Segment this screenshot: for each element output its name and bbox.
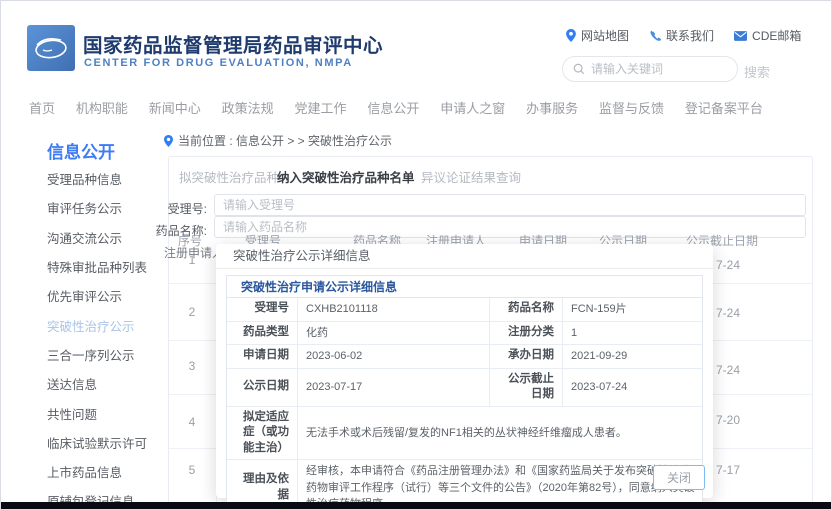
site-subtitle: CENTER FOR DRUG EVALUATION, NMPA bbox=[84, 57, 353, 69]
field-value: 2023-07-17 bbox=[297, 369, 489, 406]
footer-top-edge bbox=[1, 502, 831, 509]
search-button[interactable]: 搜索 bbox=[744, 62, 770, 81]
close-button[interactable]: 关闭 bbox=[653, 465, 705, 490]
search-icon bbox=[573, 63, 585, 75]
sitemap-link[interactable]: 网站地图 bbox=[566, 27, 629, 44]
detail-table: 突破性治疗申请公示详细信息 受理号 CXHB2101118 药品名称 FCN-1… bbox=[226, 275, 703, 510]
sidebar-item-marketed-drugs[interactable]: 上市药品信息 bbox=[47, 462, 122, 481]
breadcrumb-text: 当前位置 : 信息公开 > > 突破性治疗公示 bbox=[178, 132, 392, 149]
row-end-date-fragment: 7-17 bbox=[716, 463, 740, 477]
table-row[interactable]: 5 bbox=[168, 463, 216, 477]
field-label: 药品类型 bbox=[227, 322, 297, 345]
table-row[interactable]: 3 bbox=[168, 359, 216, 373]
sidebar-item-priority-review[interactable]: 优先审评公示 bbox=[47, 286, 122, 305]
field-label: 药品名称 bbox=[489, 298, 562, 321]
field-value: 2023-06-02 bbox=[297, 345, 489, 368]
contact-link[interactable]: 联系我们 bbox=[649, 27, 714, 44]
field-value: CXHB2101118 bbox=[297, 298, 489, 321]
nav-item-policy[interactable]: 政策法规 bbox=[222, 98, 274, 117]
site-search bbox=[562, 56, 738, 82]
site-title: 国家药品监督管理局药品审评中心 bbox=[83, 29, 383, 58]
tab-proposed-breakthrough[interactable]: 拟突破性治疗品种 bbox=[179, 167, 279, 186]
table-row[interactable]: 4 bbox=[168, 415, 216, 429]
mail-icon bbox=[734, 31, 747, 41]
field-label: 注册分类 bbox=[489, 322, 562, 345]
table-row[interactable]: 1 bbox=[168, 253, 216, 267]
row-end-date-fragment: 7-24 bbox=[716, 258, 740, 272]
field-value: FCN-159片 bbox=[562, 298, 704, 321]
sidebar-item-special-approval[interactable]: 特殊审批品种列表 bbox=[47, 257, 147, 276]
field-value: 2023-07-24 bbox=[562, 369, 704, 406]
field-value: 2021-09-29 bbox=[562, 345, 704, 368]
detail-row: 受理号 CXHB2101118 药品名称 FCN-159片 bbox=[227, 298, 702, 322]
acceptance-no-input[interactable] bbox=[214, 194, 806, 216]
location-pin-icon bbox=[164, 135, 173, 147]
sidebar-item-review-tasks[interactable]: 审评任务公示 bbox=[47, 198, 122, 217]
search-input[interactable] bbox=[591, 62, 711, 76]
sidebar-title: 信息公开 bbox=[47, 138, 115, 163]
sidebar-item-clinical-trial-license[interactable]: 临床试验默示许可 bbox=[47, 433, 147, 452]
nav-item-info[interactable]: 信息公开 bbox=[367, 98, 419, 117]
field-value: 无法手术或术后残留/复发的NF1相关的丛状神经纤维瘤成人患者。 bbox=[297, 407, 704, 460]
field-label: 承办日期 bbox=[489, 345, 562, 368]
tab-included-breakthrough-list[interactable]: 纳入突破性治疗品种名单 bbox=[277, 167, 415, 186]
nav-item-applicant[interactable]: 申请人之窗 bbox=[440, 98, 505, 117]
cde-mail-link[interactable]: CDE邮箱 bbox=[734, 27, 801, 44]
logo-swoosh-icon bbox=[31, 31, 71, 65]
sidebar-item-breakthrough-therapy[interactable]: 突破性治疗公示 bbox=[47, 316, 135, 335]
row-end-date-fragment: 7-24 bbox=[716, 306, 740, 320]
detail-dialog: 突破性治疗公示详细信息 突破性治疗申请公示详细信息 受理号 CXHB210111… bbox=[216, 244, 713, 498]
detail-row-indication: 拟定适应症（或功能主治） 无法手术或术后残留/复发的NF1相关的丛状神经纤维瘤成… bbox=[227, 407, 702, 461]
nav-item-registration[interactable]: 登记备案平台 bbox=[685, 98, 763, 117]
sidebar-item-three-in-one[interactable]: 三合一序列公示 bbox=[47, 345, 135, 364]
phone-icon bbox=[649, 30, 661, 42]
dialog-title: 突破性治疗公示详细信息 bbox=[216, 244, 713, 269]
sidebar-item-delivery-info[interactable]: 送达信息 bbox=[47, 374, 97, 393]
table-row[interactable]: 2 bbox=[168, 305, 216, 319]
field-label: 公示日期 bbox=[227, 369, 297, 406]
field-label: 受理号 bbox=[227, 298, 297, 321]
page: 国家药品监督管理局药品审评中心 CENTER FOR DRUG EVALUATI… bbox=[0, 0, 832, 510]
detail-section-title: 突破性治疗申请公示详细信息 bbox=[227, 276, 702, 298]
tab-objection-results[interactable]: 异议论证结果查询 bbox=[421, 167, 521, 186]
field-label: 申请日期 bbox=[227, 345, 297, 368]
detail-row: 公示日期 2023-07-17 公示截止日期 2023-07-24 bbox=[227, 369, 702, 407]
row-end-date-fragment: 7-20 bbox=[716, 413, 740, 427]
nmpa-logo bbox=[27, 25, 75, 71]
field-label: 公示截止日期 bbox=[489, 369, 562, 406]
nav-item-news[interactable]: 新闻中心 bbox=[149, 98, 201, 117]
main-nav: 首页 机构职能 新闻中心 政策法规 党建工作 信息公开 申请人之窗 办事服务 监… bbox=[29, 98, 763, 117]
nav-item-org[interactable]: 机构职能 bbox=[76, 98, 128, 117]
nav-item-supervision[interactable]: 监督与反馈 bbox=[599, 98, 664, 117]
sidebar-item-common-issues[interactable]: 共性问题 bbox=[47, 404, 97, 423]
nav-item-service[interactable]: 办事服务 bbox=[526, 98, 578, 117]
breadcrumb: 当前位置 : 信息公开 > > 突破性治疗公示 bbox=[164, 132, 392, 149]
nav-item-home[interactable]: 首页 bbox=[29, 98, 55, 117]
sidebar-item-accepted-varieties[interactable]: 受理品种信息 bbox=[47, 169, 122, 188]
field-value: 1 bbox=[562, 322, 704, 345]
sidebar-item-communication[interactable]: 沟通交流公示 bbox=[47, 228, 122, 247]
field-value: 化药 bbox=[297, 322, 489, 345]
top-utility-links: 网站地图 联系我们 CDE邮箱 bbox=[566, 27, 801, 44]
row-end-date-fragment: 7-24 bbox=[716, 363, 740, 377]
location-pin-icon bbox=[566, 29, 576, 42]
nav-item-party[interactable]: 党建工作 bbox=[295, 98, 347, 117]
detail-row: 申请日期 2023-06-02 承办日期 2021-09-29 bbox=[227, 345, 702, 369]
detail-row: 药品类型 化药 注册分类 1 bbox=[227, 322, 702, 346]
field-label: 拟定适应症（或功能主治） bbox=[227, 407, 297, 460]
acceptance-no-label: 受理号: bbox=[149, 200, 207, 217]
